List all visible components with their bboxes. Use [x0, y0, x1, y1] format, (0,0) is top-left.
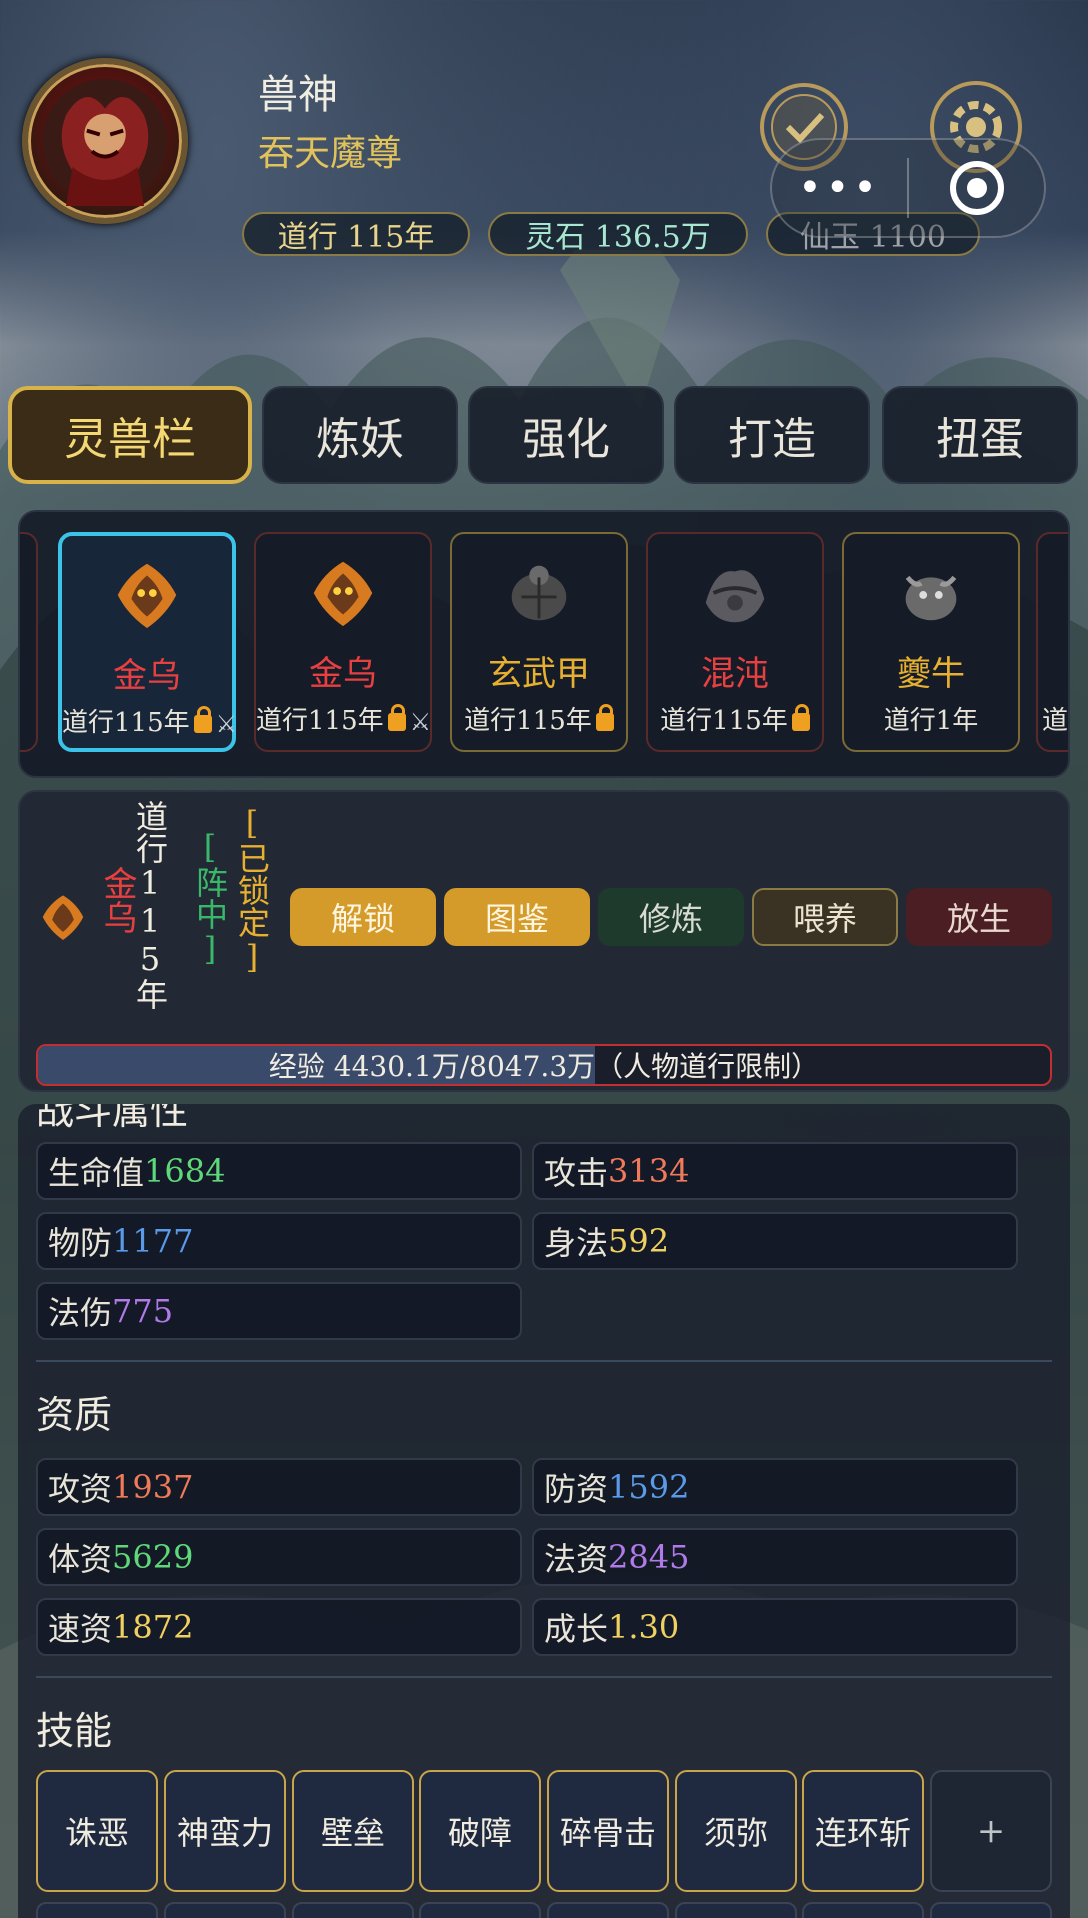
apt-defense: 防资 1592 — [532, 1458, 1018, 1516]
pet-info: 道行1年 — [883, 706, 979, 736]
attr-hp: 生命值 1684 — [36, 1142, 522, 1200]
pet-info: 道行115年 ⚔ — [62, 706, 238, 738]
more-menu-button[interactable]: ••• — [772, 140, 907, 236]
skill-slot[interactable]: 碎骨击 — [547, 1770, 669, 1892]
aptitude-title: 资质 — [36, 1393, 113, 1437]
unlock-button[interactable]: 解锁 — [290, 888, 436, 946]
spirit-stone-stat-pill: 灵石 136.5万 — [488, 212, 748, 256]
more-dots-icon: ••• — [798, 165, 881, 211]
pet-card[interactable]: 混沌 道行115年 — [646, 532, 824, 752]
skill-slot-row2[interactable] — [36, 1902, 158, 1918]
player-title: 吞天魔尊 — [258, 133, 403, 174]
skill-slot-row2[interactable] — [419, 1902, 541, 1918]
skill-slot-row2[interactable] — [547, 1902, 669, 1918]
detail-dao: 道行115年 — [131, 800, 169, 1010]
skill-slot[interactable]: 连环斩 — [802, 1770, 924, 1892]
skill-slot[interactable]: 须弥 — [675, 1770, 797, 1892]
pet-name: 混沌 — [701, 654, 769, 694]
skill-slot[interactable]: 诛恶 — [36, 1770, 158, 1892]
skill-slot-row2[interactable] — [675, 1902, 797, 1918]
dao-stat-pill: 道行 115年 — [242, 212, 470, 256]
skill-slot-row2[interactable] — [930, 1902, 1052, 1918]
apt-stamina: 体资 5629 — [36, 1528, 522, 1586]
attr-attack: 攻击 3134 — [532, 1142, 1018, 1200]
skill-slot[interactable]: 破障 — [419, 1770, 541, 1892]
pet-name: 金乌 — [113, 656, 181, 696]
tab-forge[interactable]: 打造 — [674, 386, 870, 484]
cultivate-button[interactable]: 修炼 — [598, 888, 744, 946]
golden-crow-icon — [117, 563, 177, 629]
pet-info: 道行 — [1042, 706, 1069, 736]
apt-magic: 法资 2845 — [532, 1528, 1018, 1586]
battle-swords-icon: ⚔ — [215, 710, 238, 738]
pet-card[interactable]: 夔牛 道行1年 — [842, 532, 1020, 752]
section-divider — [36, 1676, 1052, 1678]
codex-button[interactable]: 图鉴 — [444, 888, 590, 946]
attr-magic-dmg: 法伤 775 — [36, 1282, 522, 1340]
experience-text: 经验 4430.1万/8047.3万（人物道行限制） — [268, 1050, 820, 1083]
black-tortoise-icon — [511, 565, 567, 621]
demon-portrait-icon — [42, 78, 168, 206]
selected-pet-icon — [42, 895, 84, 940]
lock-icon — [387, 704, 406, 731]
apt-growth: 成长 1.30 — [532, 1598, 1018, 1656]
pet-info: 道行115年 ⚔ — [256, 704, 432, 736]
attr-phys-def: 物防 1177 — [36, 1212, 522, 1270]
experience-bar: 经验 4430.1万/8047.3万（人物道行限制） — [36, 1044, 1052, 1086]
apt-attack: 攻资 1937 — [36, 1458, 522, 1516]
skill-slot[interactable]: 神蛮力 — [164, 1770, 286, 1892]
skill-slot-row2[interactable] — [802, 1902, 924, 1918]
lock-icon — [595, 704, 614, 731]
skill-slot[interactable]: 壁垒 — [292, 1770, 414, 1892]
section-divider — [36, 1360, 1052, 1362]
pet-name: 玄武甲 — [488, 654, 590, 694]
lock-status: [已锁定] — [233, 804, 271, 976]
tab-refine[interactable]: 炼妖 — [262, 386, 458, 484]
close-mini-program-button[interactable] — [909, 140, 1044, 236]
close-target-icon — [949, 161, 1004, 215]
lock-icon — [791, 704, 810, 731]
pet-name: 夔牛 — [897, 654, 965, 694]
skills-title: 技能 — [36, 1709, 113, 1753]
pet-name: 金乌 — [309, 654, 377, 694]
pet-card[interactable]: 金乌 道行115年 ⚔ — [58, 532, 238, 752]
lock-icon — [193, 706, 212, 733]
pet-list[interactable]: 金乌 道行115年 ⚔ 金乌 道行115年 ⚔ 玄武甲 道行115年 混沌 道行11… — [18, 510, 1070, 778]
skill-slot-row2[interactable] — [292, 1902, 414, 1918]
golden-crow-icon — [313, 561, 373, 627]
tab-gacha[interactable]: 扭蛋 — [882, 386, 1078, 484]
apt-speed: 速资 1872 — [36, 1598, 522, 1656]
pet-card[interactable]: 玄武甲 道行115年 — [450, 532, 628, 752]
tab-enhance[interactable]: 强化 — [468, 386, 664, 484]
pet-info: 道行115年 — [648, 700, 822, 737]
pet-card[interactable]: 金乌 道行115年 ⚔ — [254, 532, 432, 752]
release-button[interactable]: 放生 — [906, 888, 1052, 946]
player-avatar[interactable] — [22, 58, 188, 224]
mini-program-capsule: ••• — [770, 138, 1046, 238]
battle-swords-icon: ⚔ — [409, 708, 432, 736]
player-name: 兽神 — [258, 72, 338, 118]
attr-agility: 身法 592 — [532, 1212, 1018, 1270]
formation-status: [阵中] — [191, 828, 229, 968]
skill-slot-row2[interactable] — [164, 1902, 286, 1918]
tab-pet-slots[interactable]: 灵兽栏 — [8, 386, 252, 484]
pet-card-partial[interactable]: 道行 — [1036, 532, 1069, 752]
pet-card-offscreen[interactable] — [20, 532, 38, 752]
pet-info: 道行115年 — [452, 700, 626, 737]
add-skill-button[interactable]: + — [930, 1770, 1052, 1892]
chaos-beast-icon — [705, 570, 765, 623]
kui-ox-icon — [905, 575, 957, 621]
feed-button[interactable]: 喂养 — [752, 888, 898, 946]
